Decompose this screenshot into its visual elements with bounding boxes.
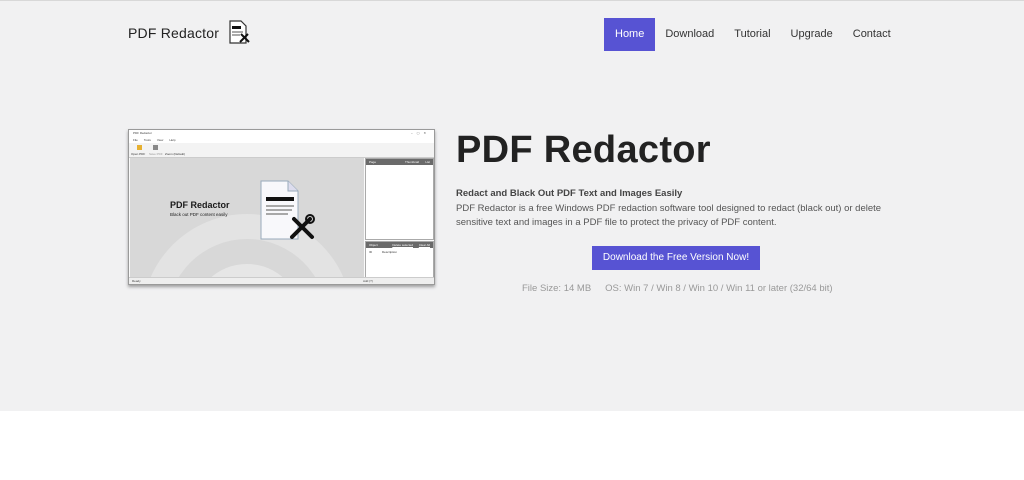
screenshot-object-panel-header: Object Delete selected Clear All xyxy=(366,242,433,248)
screenshot-status-left: Ready xyxy=(132,279,141,283)
nav-tutorial[interactable]: Tutorial xyxy=(724,18,780,51)
brand[interactable]: PDF Redactor xyxy=(128,20,250,46)
brand-name[interactable]: PDF Redactor xyxy=(128,25,219,41)
screenshot-page-panel-list: List xyxy=(425,160,430,164)
app-screenshot: PDF Redactor –▢✕ File Tools View Help Op… xyxy=(128,129,435,285)
page-subtitle: Redact and Black Out PDF Text and Images… xyxy=(456,188,683,199)
screenshot-statusbar: Ready Add (?) xyxy=(129,277,434,284)
screenshot-object-panel: Object Delete selected Clear All ID Desc… xyxy=(365,241,434,278)
screenshot-page-panel-header: Page Thumbnail List xyxy=(366,159,433,165)
screenshot-ribbon: Open PDF Save PDF Zoom (Default) xyxy=(129,143,434,158)
page-description: PDF Redactor is a free Windows PDF redac… xyxy=(456,203,882,228)
nav-upgrade[interactable]: Upgrade xyxy=(781,18,843,51)
pdf-redactor-logo-icon[interactable] xyxy=(228,20,250,46)
screenshot-canvas: PDF Redactor Black out PDF content easil… xyxy=(130,158,364,278)
document-redact-icon xyxy=(258,179,318,250)
nav-contact[interactable]: Contact xyxy=(843,18,901,51)
screenshot-object-delete: Delete selected xyxy=(392,243,413,247)
screenshot-page-panel: Page Thumbnail List xyxy=(365,158,434,240)
download-free-button[interactable]: Download the Free Version Now! xyxy=(592,246,760,270)
screenshot-ribbon-open: Open PDF xyxy=(131,152,146,156)
hero-section: PDF Redactor Home Download Tutorial Upgr… xyxy=(0,0,1024,411)
screenshot-subheading: Black out PDF content easily xyxy=(170,212,228,217)
screenshot-object-columns: ID Description xyxy=(366,248,433,256)
screenshot-object-clear: Clear All xyxy=(418,243,430,247)
download-meta: File Size: 14 MB OS: Win 7 / Win 8 / Win… xyxy=(522,283,833,294)
screenshot-ribbon-zoom: Zoom (Default) xyxy=(165,152,186,156)
file-size: File Size: 14 MB xyxy=(522,283,592,294)
main-nav: Home Download Tutorial Upgrade Contact xyxy=(604,18,901,51)
nav-home[interactable]: Home xyxy=(604,18,656,51)
screenshot-status-right: Add (?) xyxy=(363,279,373,283)
screenshot-object-col-desc: Description xyxy=(382,250,398,254)
screenshot-window-title: PDF Redactor xyxy=(133,131,153,135)
screenshot-titlebar: PDF Redactor –▢✕ xyxy=(129,130,434,137)
window-controls-icon: –▢✕ xyxy=(410,131,430,135)
screenshot-object-col-id: ID xyxy=(369,250,372,254)
os-requirements: OS: Win 7 / Win 8 / Win 10 / Win 11 or l… xyxy=(605,283,833,294)
nav-download[interactable]: Download xyxy=(655,18,724,51)
screenshot-save-icon xyxy=(153,145,158,150)
screenshot-open-icon xyxy=(137,145,142,150)
screenshot-heading: PDF Redactor xyxy=(170,200,230,210)
screenshot-object-panel-label: Object xyxy=(369,243,378,247)
page-title: PDF Redactor xyxy=(456,129,711,171)
screenshot-page-panel-thumbnail: Thumbnail xyxy=(404,160,419,164)
screenshot-page-panel-label: Page xyxy=(369,160,377,164)
screenshot-ribbon-save: Save PDF xyxy=(149,152,163,156)
